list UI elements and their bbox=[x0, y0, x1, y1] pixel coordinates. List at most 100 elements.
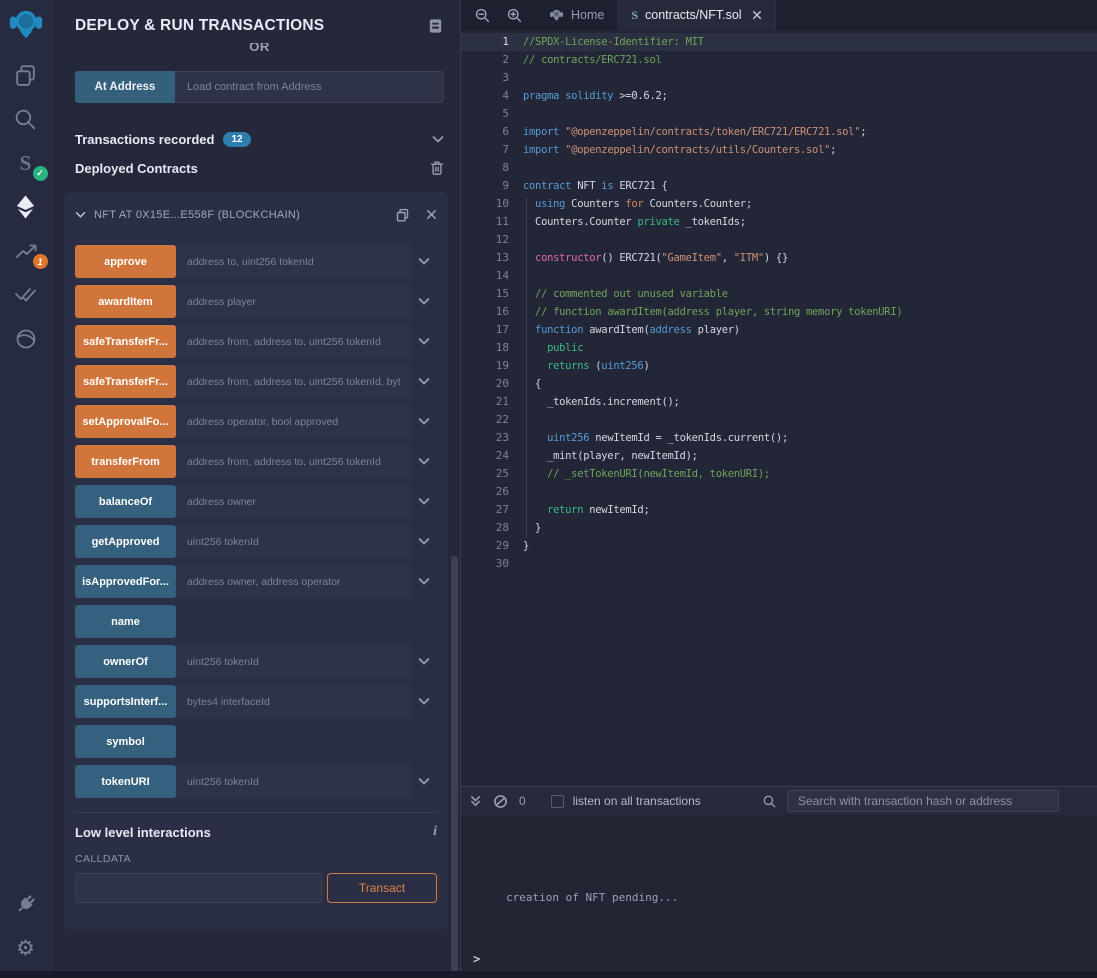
sidebar-item-debugger[interactable] bbox=[8, 323, 44, 355]
function-args-input[interactable] bbox=[176, 565, 411, 598]
expand-chevron-icon[interactable] bbox=[411, 765, 437, 798]
code-line[interactable]: 21 _tokenIds.increment(); bbox=[461, 393, 1097, 411]
function-button-supportsInterf[interactable]: supportsInterf... bbox=[75, 685, 176, 718]
expand-chevron-icon[interactable] bbox=[411, 405, 437, 438]
code-line[interactable]: 19 returns (uint256) bbox=[461, 357, 1097, 375]
at-address-input[interactable] bbox=[175, 71, 444, 103]
code-line[interactable]: 3 bbox=[461, 69, 1097, 87]
function-button-tokenURI[interactable]: tokenURI bbox=[75, 765, 176, 798]
expand-chevron-icon[interactable] bbox=[411, 445, 437, 478]
code-line[interactable]: 8 bbox=[461, 159, 1097, 177]
info-icon[interactable]: i bbox=[433, 824, 437, 840]
calldata-input[interactable] bbox=[75, 873, 322, 903]
function-args-input[interactable] bbox=[176, 405, 411, 438]
code-editor[interactable]: 1//SPDX-License-Identifier: MIT2// contr… bbox=[461, 30, 1097, 786]
function-button-transferFrom[interactable]: transferFrom bbox=[75, 445, 176, 478]
code-line[interactable]: 2// contracts/ERC721.sol bbox=[461, 51, 1097, 69]
trash-icon[interactable] bbox=[430, 160, 444, 176]
sidebar-item-deploy-and-run[interactable] bbox=[8, 191, 44, 223]
close-icon[interactable] bbox=[426, 209, 437, 220]
code-line[interactable]: 17 function awardItem(address player) bbox=[461, 321, 1097, 339]
code-line[interactable]: 28 } bbox=[461, 519, 1097, 537]
copy-icon[interactable] bbox=[395, 207, 410, 223]
function-button-getApproved[interactable]: getApproved bbox=[75, 525, 176, 558]
code-line[interactable]: 13 constructor() ERC721("GameItem", "ITM… bbox=[461, 249, 1097, 267]
function-args-input[interactable] bbox=[176, 285, 411, 318]
expand-chevron-icon[interactable] bbox=[411, 285, 437, 318]
listen-all-checkbox[interactable] bbox=[551, 795, 564, 808]
code-line[interactable]: 23 uint256 newItemId = _tokenIds.current… bbox=[461, 429, 1097, 447]
expand-chevron-icon[interactable] bbox=[411, 485, 437, 518]
code-line[interactable]: 25 // _setTokenURI(newItemId, tokenURI); bbox=[461, 465, 1097, 483]
function-button-safeTransferFr[interactable]: safeTransferFr... bbox=[75, 325, 176, 358]
tab-home[interactable]: Home bbox=[536, 0, 618, 30]
code-line[interactable]: 27 return newItemId; bbox=[461, 501, 1097, 519]
code-line[interactable]: 20 { bbox=[461, 375, 1097, 393]
function-args-input[interactable] bbox=[176, 645, 411, 678]
function-button-setApprovalFo[interactable]: setApprovalFo... bbox=[75, 405, 176, 438]
function-button-name[interactable]: name bbox=[75, 605, 176, 638]
sidebar-item-unit-testing[interactable] bbox=[8, 279, 44, 311]
code-line[interactable]: 24 _mint(player, newItemId); bbox=[461, 447, 1097, 465]
expand-chevron-icon[interactable] bbox=[411, 325, 437, 358]
code-line[interactable]: 7import "@openzeppelin/contracts/utils/C… bbox=[461, 141, 1097, 159]
code-line[interactable]: 26 bbox=[461, 483, 1097, 501]
function-button-safeTransferFr[interactable]: safeTransferFr... bbox=[75, 365, 176, 398]
code-line[interactable]: 12 bbox=[461, 231, 1097, 249]
function-button-symbol[interactable]: symbol bbox=[75, 725, 176, 758]
code-line[interactable]: 11 Counters.Counter private _tokenIds; bbox=[461, 213, 1097, 231]
sidebar-item-plugin-manager[interactable] bbox=[8, 888, 44, 920]
function-args-input[interactable] bbox=[176, 685, 411, 718]
code-line[interactable]: 1//SPDX-License-Identifier: MIT bbox=[461, 33, 1097, 51]
code-line[interactable]: 4pragma solidity >=0.6.2; bbox=[461, 87, 1097, 105]
code-line[interactable]: 22 bbox=[461, 411, 1097, 429]
terminal-output-area[interactable]: creation of NFT pending... > bbox=[461, 815, 1097, 978]
clear-ban-icon[interactable] bbox=[493, 794, 508, 809]
zoom-out-icon[interactable] bbox=[474, 7, 491, 24]
code-line[interactable]: 5 bbox=[461, 105, 1097, 123]
function-button-ownerOf[interactable]: ownerOf bbox=[75, 645, 176, 678]
panel-scrollbar-thumb[interactable] bbox=[451, 556, 458, 972]
sidebar-item-solidity-compiler[interactable]: S ✓ bbox=[8, 147, 44, 179]
function-args-input[interactable] bbox=[176, 525, 411, 558]
sidebar-item-file-explorer[interactable] bbox=[8, 59, 44, 91]
collapse-terminal-icon[interactable] bbox=[469, 794, 482, 808]
function-args-input[interactable] bbox=[176, 365, 411, 398]
code-line[interactable]: 10 using Counters for Counters.Counter; bbox=[461, 195, 1097, 213]
chevron-down-icon[interactable] bbox=[432, 135, 444, 144]
expand-chevron-icon[interactable] bbox=[411, 245, 437, 278]
expand-chevron-icon[interactable] bbox=[411, 525, 437, 558]
code-line[interactable]: 6import "@openzeppelin/contracts/token/E… bbox=[461, 123, 1097, 141]
sidebar-item-settings[interactable]: ⚙ bbox=[8, 932, 44, 964]
function-button-approve[interactable]: approve bbox=[75, 245, 176, 278]
code-line[interactable]: 14 bbox=[461, 267, 1097, 285]
function-args-input[interactable] bbox=[176, 325, 411, 358]
sidebar-item-search[interactable] bbox=[8, 103, 44, 135]
at-address-button[interactable]: At Address bbox=[75, 71, 175, 103]
code-line[interactable]: 16 // function awardItem(address player,… bbox=[461, 303, 1097, 321]
function-args-input[interactable] bbox=[176, 765, 411, 798]
remix-logo-icon[interactable] bbox=[7, 5, 45, 45]
terminal-prompt[interactable]: > bbox=[473, 952, 480, 966]
function-button-awardItem[interactable]: awardItem bbox=[75, 285, 176, 318]
code-line[interactable]: 18 public bbox=[461, 339, 1097, 357]
function-button-balanceOf[interactable]: balanceOf bbox=[75, 485, 176, 518]
function-args-input[interactable] bbox=[176, 245, 411, 278]
code-line[interactable]: 9contract NFT is ERC721 { bbox=[461, 177, 1097, 195]
transact-button[interactable]: Transact bbox=[327, 873, 437, 903]
expand-chevron-icon[interactable] bbox=[411, 645, 437, 678]
sidebar-item-analytics[interactable]: 1 bbox=[8, 235, 44, 267]
contract-card-header[interactable]: NFT AT 0X15E...E558F (BLOCKCHAIN) bbox=[75, 192, 437, 224]
close-tab-icon[interactable] bbox=[752, 10, 762, 20]
expand-chevron-icon[interactable] bbox=[411, 365, 437, 398]
zoom-in-icon[interactable] bbox=[506, 7, 523, 24]
function-args-input[interactable] bbox=[176, 445, 411, 478]
terminal-search-input[interactable] bbox=[787, 790, 1059, 812]
book-icon[interactable] bbox=[427, 17, 444, 35]
code-line[interactable]: 30 bbox=[461, 555, 1097, 573]
expand-chevron-icon[interactable] bbox=[411, 565, 437, 598]
tab-contracts-nft-sol[interactable]: S contracts/NFT.sol bbox=[618, 0, 775, 30]
expand-chevron-icon[interactable] bbox=[411, 685, 437, 718]
function-args-input[interactable] bbox=[176, 485, 411, 518]
function-button-isApprovedFor[interactable]: isApprovedFor... bbox=[75, 565, 176, 598]
